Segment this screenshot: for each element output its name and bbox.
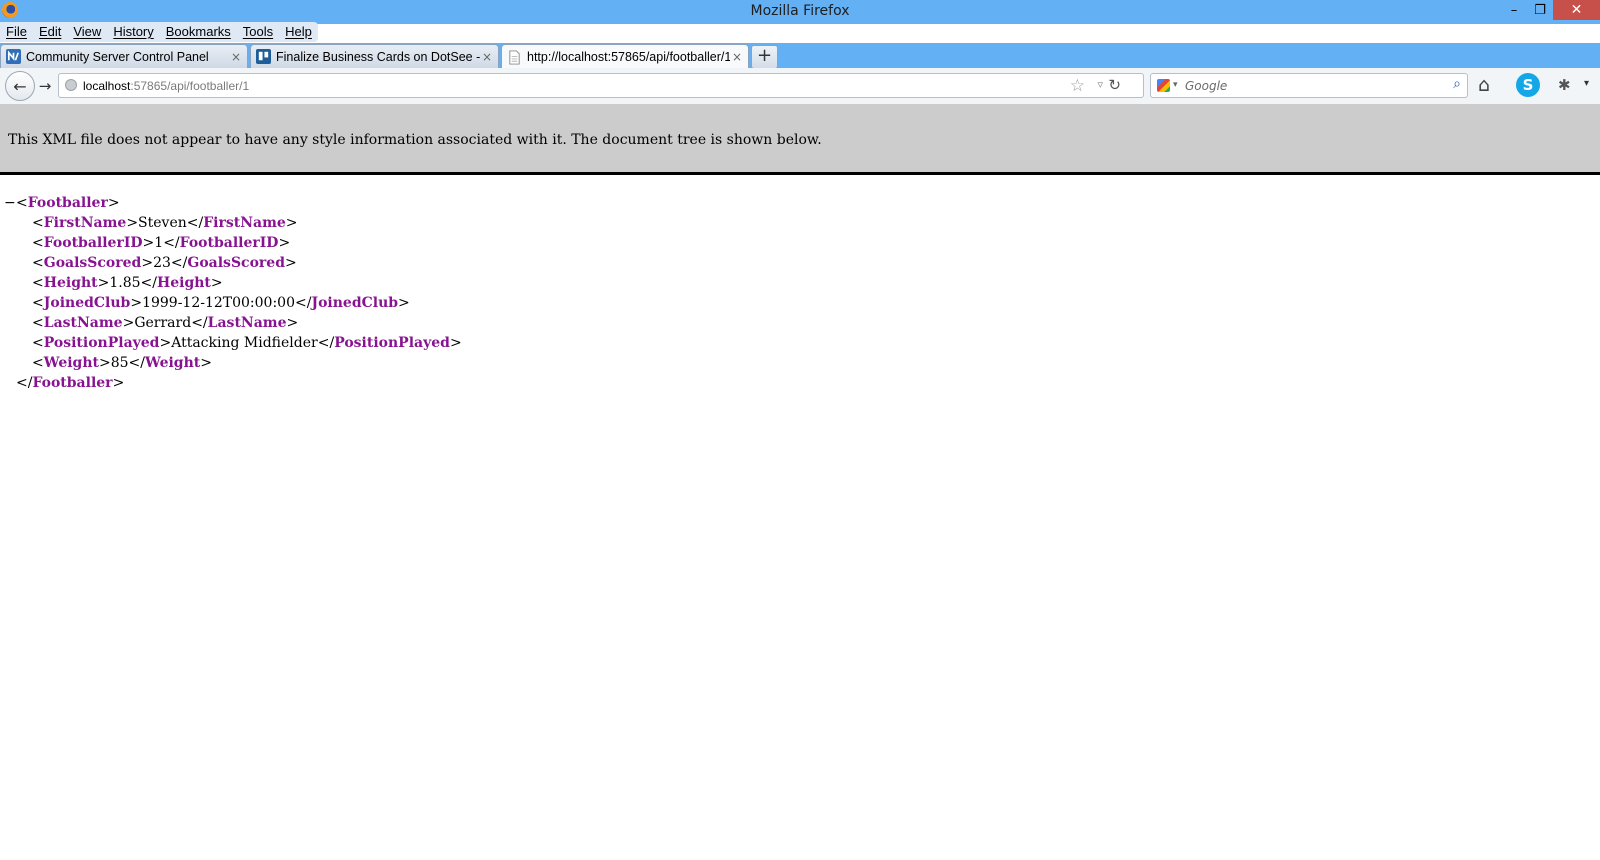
xml-tag: GoalsScored bbox=[43, 255, 142, 271]
tab-footballer-api[interactable]: http://localhost:57865/api/footballer/1 … bbox=[501, 44, 749, 69]
xml-value: Attacking Midfielder bbox=[171, 335, 318, 351]
reload-icon[interactable]: ↻ bbox=[1108, 76, 1121, 94]
xml-element: <JoinedClub>1999-12-12T00:00:00</JoinedC… bbox=[32, 295, 410, 311]
menu-bar: File Edit View History Bookmarks Tools H… bbox=[0, 22, 318, 42]
back-button[interactable]: ← bbox=[5, 71, 35, 101]
tab-label: Finalize Business Cards on DotSee - N... bbox=[276, 49, 480, 64]
xml-tag: Footballer bbox=[32, 375, 113, 391]
search-engine-dropdown-icon[interactable]: ▾ bbox=[1173, 80, 1178, 90]
url-text[interactable]: localhost:57865/api/footballer/1 bbox=[83, 79, 249, 93]
xml-tag: Height bbox=[156, 275, 211, 291]
xml-element: <Weight>85</Weight> bbox=[32, 355, 212, 371]
xml-tag: LastName bbox=[43, 315, 123, 331]
xml-value: 1999-12-12T00:00:00 bbox=[142, 295, 295, 311]
extension-icon[interactable]: ✱ bbox=[1558, 76, 1571, 94]
url-path: :57865/api/footballer/1 bbox=[130, 79, 250, 93]
close-tab-icon[interactable]: × bbox=[730, 50, 744, 64]
window-title: Mozilla Firefox bbox=[750, 3, 850, 19]
close-window-icon[interactable]: ✕ bbox=[1553, 0, 1600, 20]
menu-file[interactable]: File bbox=[0, 22, 33, 42]
search-input[interactable] bbox=[1185, 76, 1435, 95]
navigation-toolbar: ← → localhost:57865/api/footballer/1 ☆ ▿… bbox=[0, 68, 1600, 105]
xml-tag: JoinedClub bbox=[43, 295, 131, 311]
xml-element: <PositionPlayed>Attacking Midfielder</Po… bbox=[32, 335, 462, 351]
xml-element: <FirstName>Steven</FirstName> bbox=[32, 215, 298, 231]
tab-strip: Community Server Control Panel × Finaliz… bbox=[0, 43, 1600, 69]
new-tab-button[interactable]: + bbox=[751, 45, 778, 69]
menu-view[interactable]: View bbox=[67, 22, 107, 42]
title-bar: Mozilla Firefox – ❐ ✕ bbox=[0, 0, 1600, 24]
url-bar[interactable]: localhost:57865/api/footballer/1 ☆ ▿ ↻ bbox=[58, 73, 1144, 98]
restore-icon[interactable]: ❐ bbox=[1527, 0, 1553, 20]
community-server-icon bbox=[6, 49, 21, 64]
xml-tag: Footballer bbox=[27, 195, 108, 211]
window-controls: – ❐ ✕ bbox=[1501, 0, 1600, 20]
xml-element: <LastName>Gerrard</LastName> bbox=[32, 315, 299, 331]
xml-tag: GoalsScored bbox=[187, 255, 285, 271]
xml-tag: FirstName bbox=[203, 215, 286, 231]
skype-icon[interactable]: S bbox=[1516, 73, 1540, 97]
collapse-toggle[interactable]: − bbox=[4, 193, 16, 213]
xml-tag: PositionPlayed bbox=[43, 335, 160, 351]
tab-finalize-business-cards[interactable]: Finalize Business Cards on DotSee - N...… bbox=[250, 44, 499, 68]
xml-tag: Weight bbox=[43, 355, 99, 371]
xml-value: Gerrard bbox=[134, 315, 192, 331]
xml-root-close: </Footballer> bbox=[16, 375, 125, 391]
xml-element: <Height>1.85</Height> bbox=[32, 275, 223, 291]
xml-info-banner: This XML file does not appear to have an… bbox=[0, 104, 1600, 175]
xml-element: <GoalsScored>23</GoalsScored> bbox=[32, 255, 297, 271]
bookmark-star-icon[interactable]: ☆ bbox=[1070, 76, 1085, 96]
menu-bookmarks[interactable]: Bookmarks bbox=[160, 22, 237, 42]
menu-tools[interactable]: Tools bbox=[237, 22, 279, 42]
search-bar: ▾ ⌕ bbox=[1150, 73, 1468, 98]
xml-tag: LastName bbox=[207, 315, 287, 331]
close-tab-icon[interactable]: × bbox=[229, 50, 243, 64]
google-icon[interactable] bbox=[1157, 79, 1170, 92]
xml-tag: FootballerID bbox=[43, 235, 143, 251]
tab-community-server[interactable]: Community Server Control Panel × bbox=[0, 44, 248, 68]
xml-tag: PositionPlayed bbox=[334, 335, 450, 351]
xml-info-text: This XML file does not appear to have an… bbox=[8, 132, 822, 148]
site-identity-icon[interactable] bbox=[65, 79, 77, 91]
xml-tag: Weight bbox=[145, 355, 201, 371]
xml-value: 1 bbox=[154, 235, 164, 251]
xml-tag: FootballerID bbox=[179, 235, 279, 251]
xml-element: <FootballerID>1</FootballerID> bbox=[32, 235, 291, 251]
xml-value: 85 bbox=[110, 355, 129, 371]
forward-button[interactable]: → bbox=[35, 76, 55, 96]
xml-tag: JoinedClub bbox=[311, 295, 399, 311]
chevron-down-icon[interactable]: ▾ bbox=[1584, 78, 1589, 89]
search-icon[interactable]: ⌕ bbox=[1453, 76, 1461, 92]
tab-label: http://localhost:57865/api/footballer/1 bbox=[527, 50, 730, 64]
tab-label: Community Server Control Panel bbox=[26, 49, 209, 64]
xml-tag: FirstName bbox=[43, 215, 127, 231]
xml-value: Steven bbox=[138, 215, 187, 231]
close-tab-icon[interactable]: × bbox=[480, 50, 494, 64]
menu-edit[interactable]: Edit bbox=[33, 22, 67, 42]
trello-icon bbox=[256, 49, 271, 64]
home-icon[interactable]: ⌂ bbox=[1478, 75, 1490, 95]
xml-value: 1.85 bbox=[109, 275, 141, 291]
xml-value: 23 bbox=[153, 255, 171, 271]
menu-help[interactable]: Help bbox=[279, 22, 318, 42]
history-dropdown-icon[interactable]: ▿ bbox=[1097, 78, 1103, 91]
url-host: localhost bbox=[83, 79, 131, 93]
minimize-icon[interactable]: – bbox=[1501, 0, 1527, 20]
blank-page-icon bbox=[509, 49, 520, 65]
xml-tag: Height bbox=[43, 275, 98, 291]
menu-history[interactable]: History bbox=[107, 22, 159, 42]
